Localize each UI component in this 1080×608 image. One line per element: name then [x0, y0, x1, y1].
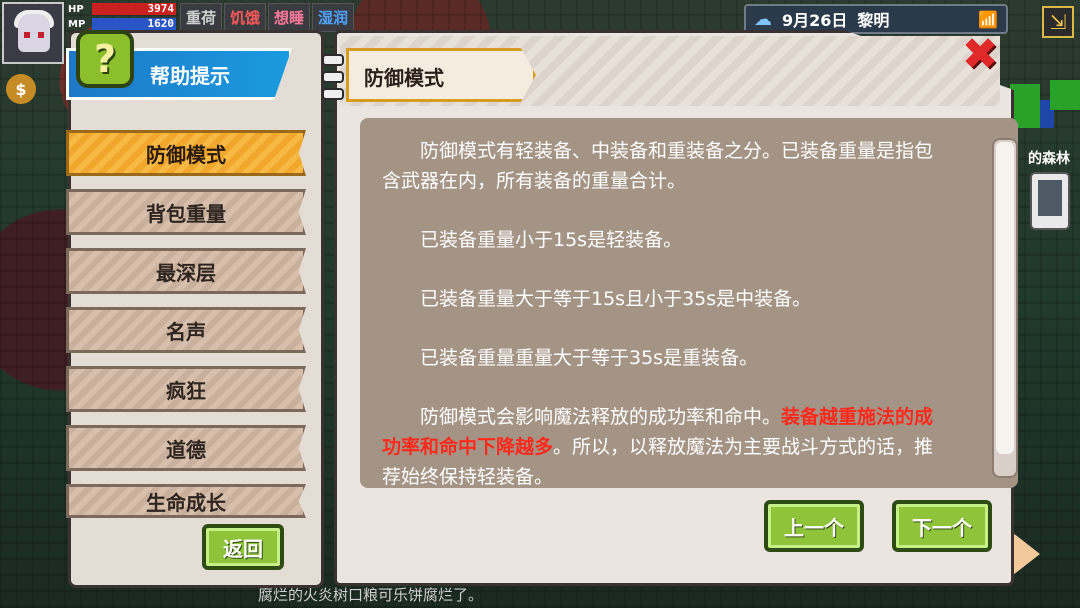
tab-life-growth[interactable]: 生命成长	[66, 484, 306, 518]
help-question-icon: ?	[76, 30, 134, 88]
next-button[interactable]: 下一个	[892, 500, 992, 552]
paragraph: 已装备重量重量大于等于35s是重装备。	[420, 347, 759, 369]
hp-bar: HP 3974	[68, 2, 176, 16]
phone-icon[interactable]	[1030, 172, 1070, 230]
tab-morality[interactable]: 道德	[66, 425, 306, 471]
gold-badge-icon[interactable]: $	[6, 74, 36, 104]
wifi-icon: 📶	[978, 9, 998, 29]
status-tags: 重荷 饥饿 想睡 湿润	[180, 3, 355, 32]
help-topic-list: 防御模式 背包重量 最深层 名声 疯狂 道德 生命成长	[66, 130, 306, 531]
status-tag-sleepy: 想睡	[268, 3, 311, 32]
scrollbar-thumb[interactable]	[996, 142, 1014, 454]
status-tag-wet: 湿润	[312, 3, 355, 32]
map-tile-grass	[1050, 80, 1080, 110]
page-title: 防御模式	[364, 66, 444, 90]
text-normal: 防御模式会影响魔法释放的成功率和命中。	[420, 406, 782, 428]
tab-label: 防御模式	[146, 142, 226, 167]
back-button[interactable]: 返回	[202, 524, 284, 570]
help-title: 帮助提示	[150, 64, 230, 88]
tab-deepest-floor[interactable]: 最深层	[66, 248, 306, 294]
mp-label: MP	[68, 18, 86, 30]
ring-binder-icon	[322, 54, 346, 102]
hp-label: HP	[68, 3, 84, 15]
prev-button[interactable]: 上一个	[764, 500, 864, 552]
close-icon[interactable]: ✖	[958, 29, 1002, 80]
tab-label: 背包重量	[146, 201, 226, 226]
tab-label: 名声	[166, 319, 206, 344]
tab-defense-mode[interactable]: 防御模式	[66, 130, 306, 176]
tab-label: 生命成长	[146, 490, 226, 515]
tab-label: 最深层	[156, 260, 216, 285]
help-content-text: 防御模式有轻装备、中装备和重装备之分。已装备重量是指包含武器在内，所有装备的重量…	[360, 118, 1018, 488]
mp-bar: MP 1620	[68, 17, 176, 31]
map-location-label: 的森林	[1028, 151, 1070, 167]
tab-backpack-weight[interactable]: 背包重量	[66, 189, 306, 235]
cloud-rain-icon: ☁	[754, 8, 772, 30]
date-text: 9月26日	[782, 11, 848, 30]
scrollbar[interactable]	[992, 138, 1018, 478]
tab-label: 道德	[166, 437, 206, 462]
hp-value: 3974	[147, 2, 175, 15]
paragraph: 已装备重量大于等于15s且小于35s是中装备。	[420, 288, 812, 310]
tab-madness[interactable]: 疯狂	[66, 366, 306, 412]
paragraph: 已装备重量小于15s是轻装备。	[420, 229, 683, 251]
tab-label: 疯狂	[166, 378, 206, 403]
exit-icon[interactable]: ⇲	[1042, 6, 1074, 38]
player-avatar[interactable]	[2, 2, 64, 64]
time-of-day: 黎明	[857, 11, 890, 30]
paragraph: 防御模式有轻装备、中装备和重装备之分。已装备重量是指包含武器在内，所有装备的重量…	[382, 140, 934, 192]
status-tag-heavy: 重荷	[180, 3, 223, 32]
mp-value: 1620	[147, 17, 175, 30]
paragraph: 防御模式会影响魔法释放的成功率和命中。装备越重施法的成功率和命中下降越多。所以，…	[382, 402, 948, 492]
status-tag-hungry: 饥饿	[224, 3, 267, 32]
tab-fame[interactable]: 名声	[66, 307, 306, 353]
